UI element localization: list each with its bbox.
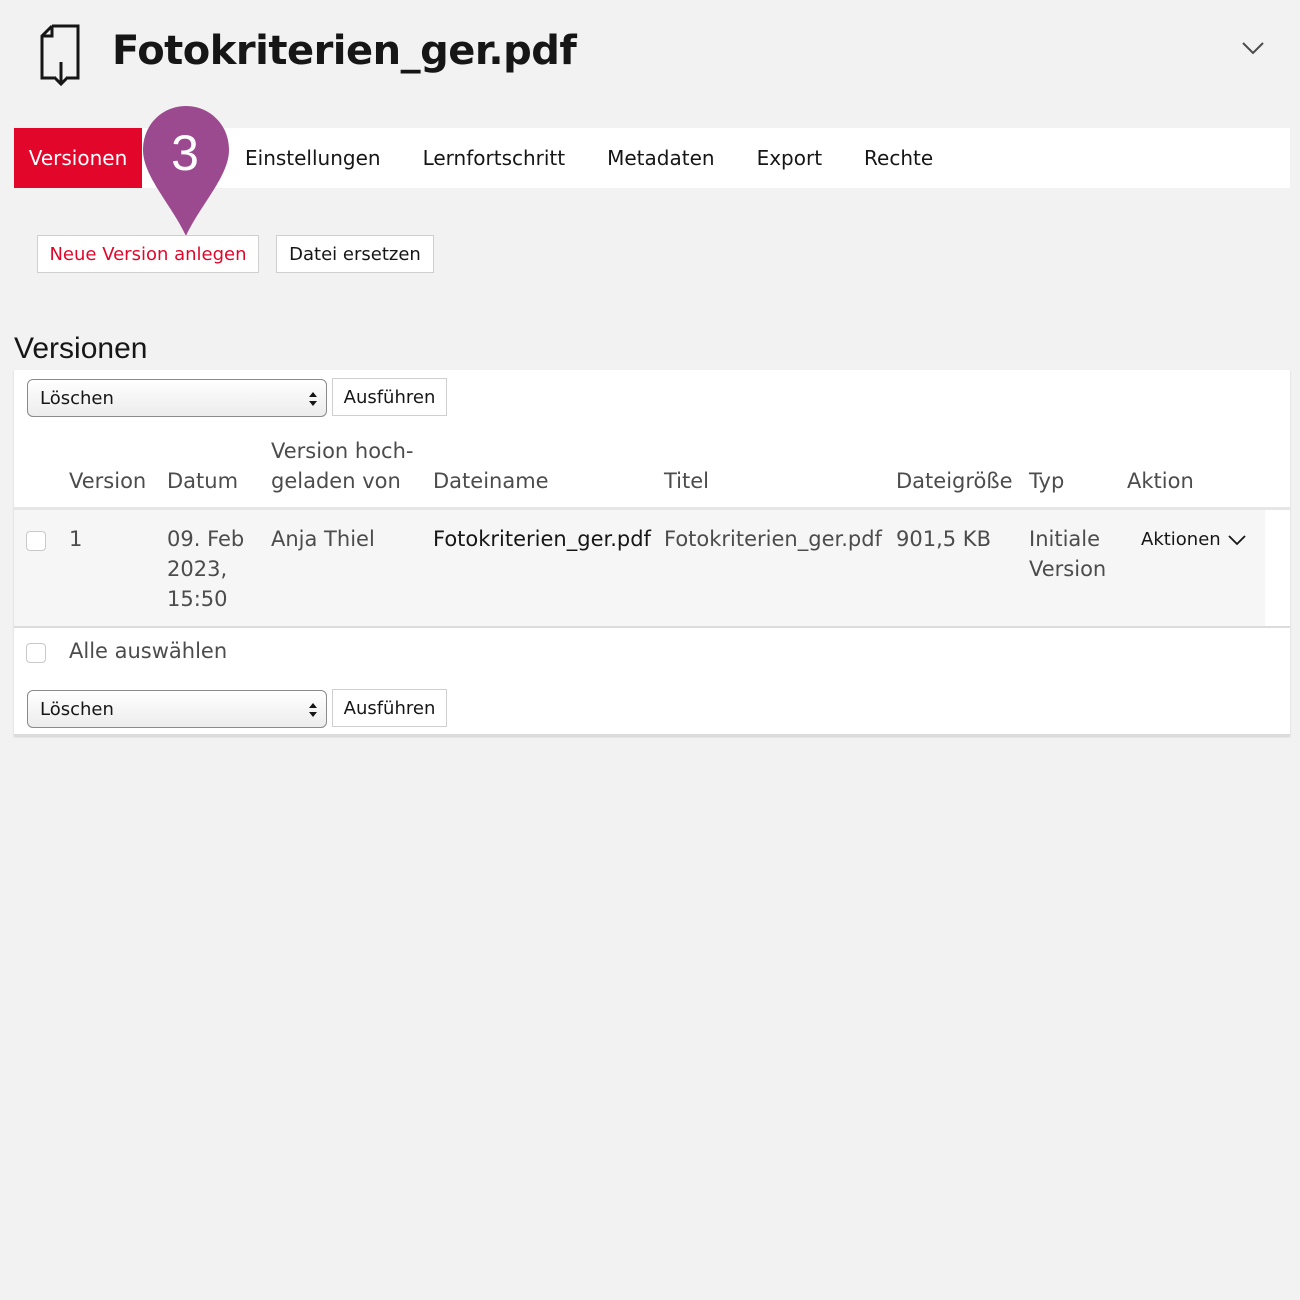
- page-header: Fotokriterien_ger.pdf: [0, 0, 1300, 110]
- select-arrows-icon: [309, 392, 317, 406]
- column-header-uploaded-by-line2[interactable]: geladen von: [271, 466, 401, 496]
- tab-einstellungen[interactable]: Einstellungen: [224, 128, 402, 188]
- bulk-action-select-bottom[interactable]: Löschen: [27, 690, 327, 728]
- cell-date-line1: 09. Feb: [167, 527, 245, 551]
- chevron-down-icon[interactable]: [1240, 38, 1266, 58]
- column-header-uploaded-by-line1[interactable]: Version hoch-: [271, 436, 414, 466]
- cell-uploaded-by: Anja Thiel: [271, 527, 375, 551]
- actions-dropdown-label: Aktionen: [1141, 529, 1221, 550]
- cell-date-line2: 2023,: [167, 557, 228, 581]
- cell-size: 901,5 KB: [896, 527, 991, 551]
- row-checkbox[interactable]: [26, 531, 46, 551]
- select-all-label[interactable]: Alle auswählen: [69, 636, 227, 666]
- cell-type-line1: Initiale: [1029, 527, 1101, 551]
- row-divider: [14, 626, 1290, 628]
- tab-metadaten[interactable]: Metadaten: [586, 128, 735, 188]
- bulk-action-select-value: Löschen: [40, 387, 114, 409]
- chevron-down-icon: [1228, 534, 1246, 545]
- column-header-date[interactable]: Datum: [167, 466, 238, 496]
- select-arrows-icon: [309, 703, 317, 717]
- tab-export[interactable]: Export: [736, 128, 843, 188]
- file-download-icon: [40, 24, 80, 87]
- tab-lernfortschritt[interactable]: Lernfortschritt: [402, 128, 587, 188]
- tab-versionen[interactable]: Versionen: [14, 128, 142, 188]
- bulk-action-select-value: Löschen: [40, 698, 114, 720]
- actions-dropdown[interactable]: Aktionen: [1141, 529, 1247, 550]
- column-header-size[interactable]: Dateigröße: [896, 466, 1013, 496]
- cell-version: 1: [69, 527, 83, 551]
- cell-filename-link[interactable]: Fotokriterien_ger.pdf: [433, 524, 651, 554]
- column-header-version[interactable]: Version: [69, 466, 146, 496]
- cell-type-line2: Version: [1029, 557, 1107, 581]
- column-header-action: Aktion: [1127, 469, 1194, 493]
- select-all-checkbox[interactable]: [26, 643, 46, 663]
- execute-button-bottom[interactable]: Ausführen: [332, 689, 447, 727]
- cell-title: Fotokriterien_ger.pdf: [664, 527, 882, 551]
- column-header-title[interactable]: Titel: [664, 466, 709, 496]
- tab-rechte[interactable]: Rechte: [843, 128, 954, 188]
- cell-date-line3: 15:50: [167, 587, 228, 611]
- section-title: Versionen: [14, 332, 148, 365]
- bulk-action-select-top[interactable]: Löschen: [27, 379, 327, 417]
- step-marker-number: 3: [171, 125, 199, 181]
- page-title: Fotokriterien_ger.pdf: [112, 28, 577, 74]
- new-version-button[interactable]: Neue Version anlegen: [37, 235, 259, 273]
- column-header-type[interactable]: Typ: [1029, 466, 1064, 496]
- column-header-filename[interactable]: Dateiname: [433, 466, 549, 496]
- replace-file-button[interactable]: Datei ersetzen: [276, 235, 434, 273]
- versions-table-panel: Löschen Ausführen Version Datum Version …: [14, 370, 1290, 736]
- execute-button-top[interactable]: Ausführen: [332, 378, 447, 416]
